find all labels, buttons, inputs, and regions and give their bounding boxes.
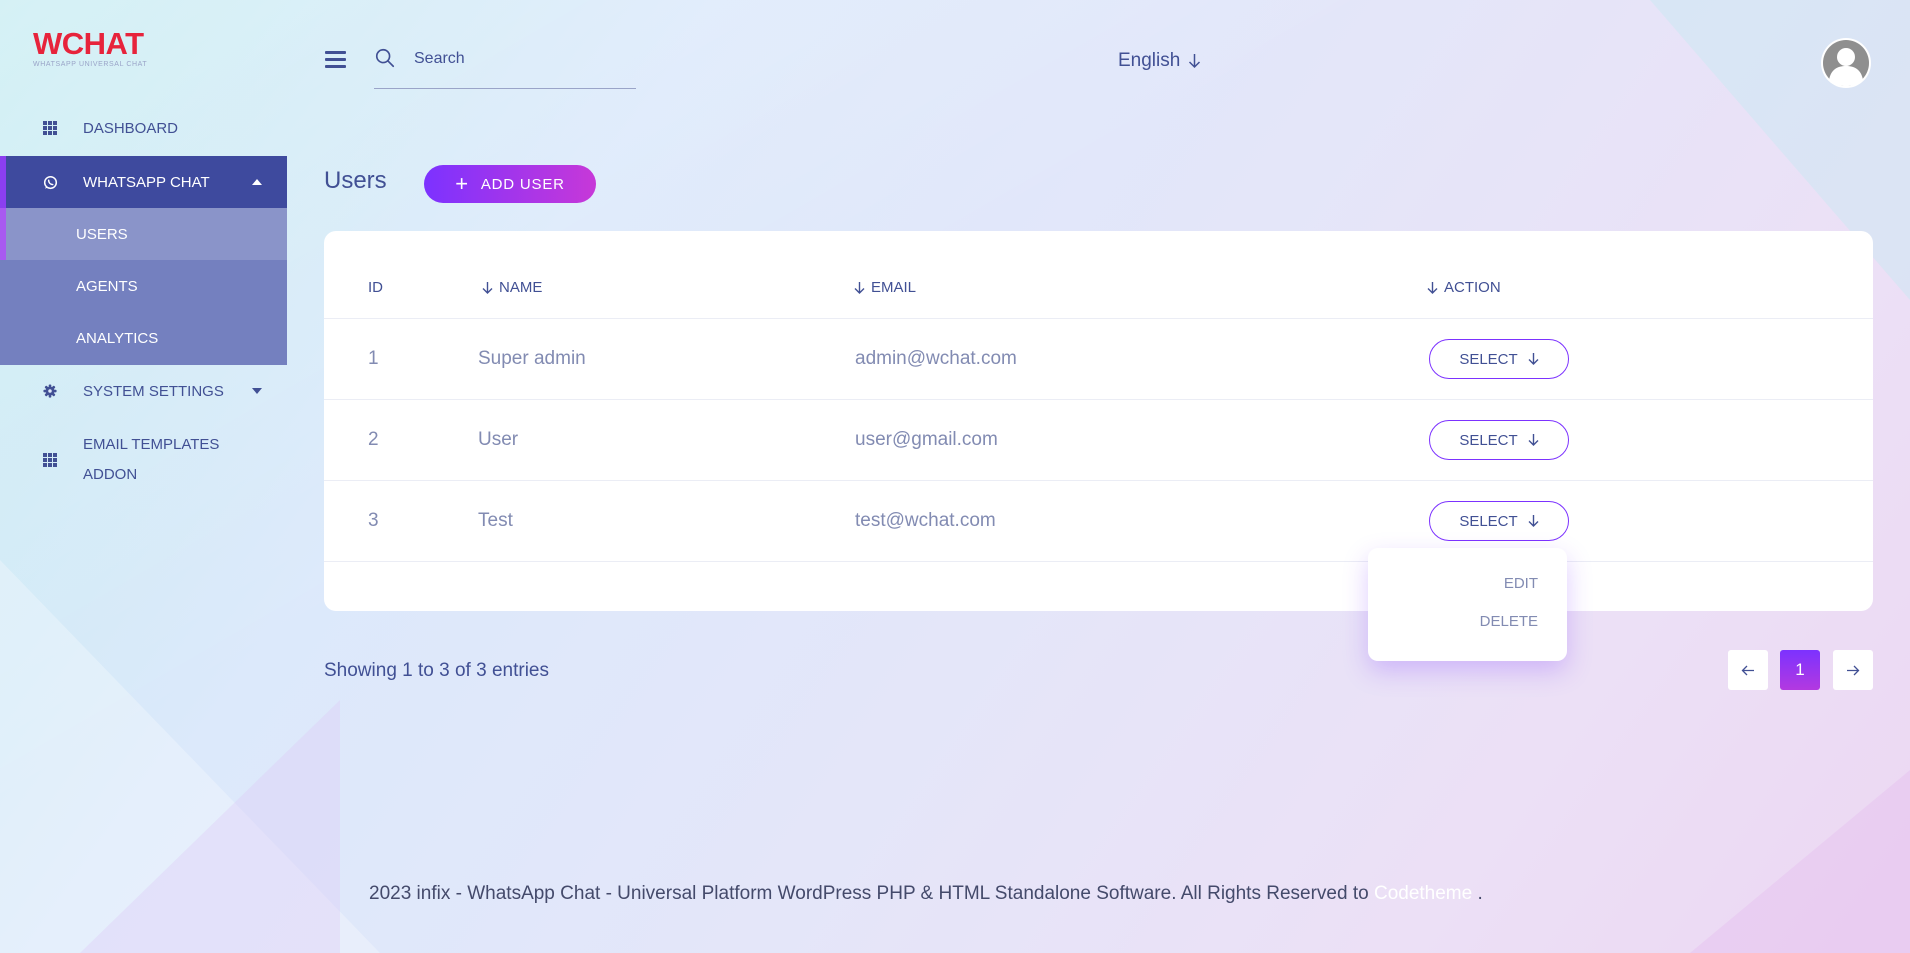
sidebar-item-label: EMAIL TEMPLATES ADDON [83,436,220,483]
background-facet [1690,770,1910,953]
table-row: 2 User user@gmail.com SELECT [324,400,1873,480]
gear-icon [42,383,58,399]
grid-icon [42,452,58,468]
select-label: SELECT [1459,350,1518,368]
search-icon [375,48,395,68]
arrow-down-icon [1528,434,1539,446]
select-label: SELECT [1459,431,1518,449]
sidebar-item-label: WHATSAPP CHAT [83,173,210,191]
cell-name: Super admin [478,348,586,369]
whatsapp-icon [42,174,58,190]
entries-info: Showing 1 to 3 of 3 entries [324,660,549,681]
sidebar-item-label: DASHBOARD [83,119,179,137]
column-header-email[interactable]: EMAIL [854,279,916,296]
sidebar-item-dashboard[interactable]: DASHBOARD [0,115,287,141]
select-action-button[interactable]: SELECT [1429,339,1569,379]
sidebar-item-system-settings[interactable]: SYSTEM SETTINGS [0,378,287,404]
sidebar-item-whatsapp-chat[interactable]: WHATSAPP CHAT [0,156,287,208]
search-input[interactable] [414,48,629,70]
cell-id: 3 [368,510,379,531]
menu-item-edit[interactable]: EDIT [1504,575,1538,592]
arrow-right-icon [1847,665,1860,675]
divider [324,561,1873,562]
sidebar-subitem-agents[interactable]: AGENTS [0,260,287,312]
select-label: SELECT [1459,512,1518,530]
language-selector[interactable]: English [1118,50,1201,72]
cell-id: 1 [368,348,379,369]
language-label: English [1118,50,1181,71]
select-action-button[interactable]: SELECT [1429,420,1569,460]
arrow-left-icon [1741,665,1754,675]
footer-suffix: . [1472,883,1483,904]
users-table: ID NAME EMAIL ACTION 1 Super admin admin… [324,231,1873,611]
column-header-label: ID [368,279,383,296]
plus-icon: + [455,171,469,196]
user-icon [1823,40,1869,86]
action-dropdown-menu: EDIT DELETE [1368,548,1567,661]
arrow-down-icon [1189,54,1201,69]
caret-down-icon [252,388,262,394]
sort-arrow-icon [854,281,865,294]
logo-title: WCHAT [33,26,144,61]
sidebar-subitem-analytics[interactable]: ANALYTICS [0,312,287,364]
footer: 2023 infix - WhatsApp Chat - Universal P… [369,883,1483,905]
cell-name: Test [478,510,513,531]
column-header-label: NAME [499,279,543,296]
column-header-label: EMAIL [871,279,917,296]
sort-arrow-icon [1427,281,1438,294]
caret-up-icon [252,179,262,185]
add-user-label: ADD USER [480,175,565,193]
cell-name: User [478,429,519,450]
sidebar: WCHAT WHATSAPP UNIVERSAL CHAT DASHBOARD … [0,0,287,953]
pagination-next-button[interactable] [1833,650,1873,690]
sidebar-subitem-users[interactable]: USERS [0,208,287,260]
cell-id: 2 [368,429,379,450]
cell-email: user@gmail.com [855,429,998,450]
logo-tagline: WHATSAPP UNIVERSAL CHAT [33,61,148,68]
pagination-prev-button[interactable] [1728,650,1768,690]
logo[interactable]: WCHAT WHATSAPP UNIVERSAL CHAT [33,26,148,69]
arrow-down-icon [1528,515,1539,527]
table-row: 3 Test test@wchat.com SELECT [324,481,1873,561]
menu-toggle-icon[interactable] [325,51,346,68]
column-header-id: ID [368,279,383,296]
table-row: 1 Super admin admin@wchat.com SELECT [324,319,1873,399]
sidebar-item-email-templates-addon[interactable]: EMAIL TEMPLATES ADDON [0,430,287,490]
menu-item-delete[interactable]: DELETE [1480,613,1538,630]
cell-email: admin@wchat.com [855,348,1017,369]
search-bar [374,44,636,89]
avatar[interactable] [1821,38,1871,88]
whatsapp-chat-submenu: USERS AGENTS ANALYTICS [0,208,287,365]
grid-icon [42,120,58,136]
sort-arrow-icon [482,281,493,294]
cell-email: test@wchat.com [855,510,996,531]
pagination-page-button[interactable]: 1 [1780,650,1820,690]
column-header-action[interactable]: ACTION [1427,279,1501,296]
footer-link[interactable]: Codetheme [1374,883,1472,904]
page-title: Users [324,167,387,194]
add-user-button[interactable]: + ADD USER [424,165,596,203]
arrow-down-icon [1528,353,1539,365]
select-action-button[interactable]: SELECT [1429,501,1569,541]
column-header-name[interactable]: NAME [482,279,542,296]
column-header-label: ACTION [1444,279,1501,296]
sidebar-item-label: SYSTEM SETTINGS [83,382,224,400]
footer-text: 2023 infix - WhatsApp Chat - Universal P… [369,883,1374,904]
